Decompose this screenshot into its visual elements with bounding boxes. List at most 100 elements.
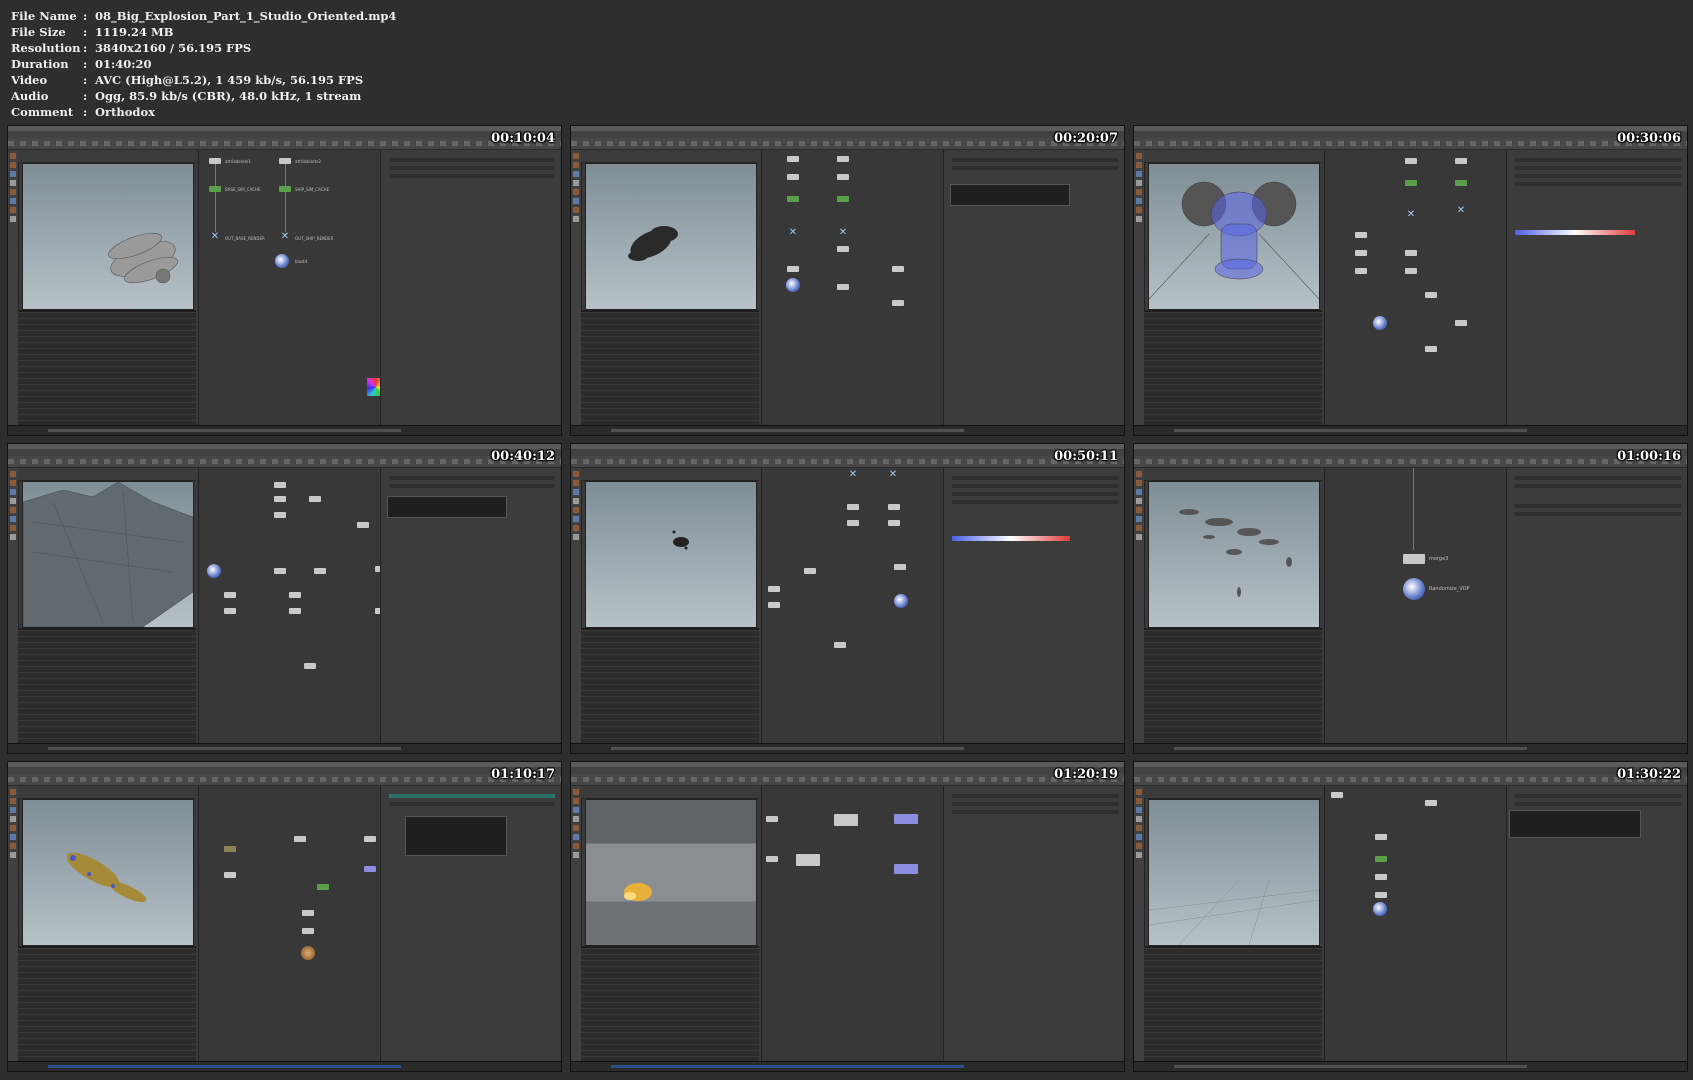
node-randomize-vop[interactable]	[1403, 578, 1425, 600]
node-object-merge[interactable]	[274, 482, 286, 488]
node-attribcreate[interactable]	[224, 872, 236, 878]
node-scatter1[interactable]	[847, 504, 859, 510]
node-base-sim-cache[interactable]	[1405, 180, 1417, 186]
node-base-sim-cache[interactable]	[787, 196, 799, 202]
timeline-bar[interactable]	[571, 743, 1124, 753]
node-attribwrangle7[interactable]	[289, 592, 301, 598]
node-merge3[interactable]	[1403, 554, 1425, 564]
node-color-vop[interactable]	[364, 866, 376, 872]
node-ship-sim-cache[interactable]	[1455, 180, 1467, 186]
node-out-ship-render[interactable]: ✕	[280, 232, 290, 242]
node-groupdelete2[interactable]	[837, 156, 849, 162]
node-attribwrangle3[interactable]	[274, 568, 286, 574]
node-attribwrangle2[interactable]	[892, 300, 904, 306]
thumbnail-1[interactable]: attribdelete1 attribdelete2 BASE_SIM_CAC…	[7, 125, 562, 436]
thumbnail-2[interactable]: ✕ ✕ 00:20:07	[570, 125, 1125, 436]
thumbnail-8[interactable]: 01:20:19	[570, 761, 1125, 1072]
color-ramp[interactable]	[1515, 230, 1635, 235]
node-input[interactable]	[1331, 792, 1343, 798]
node-out-base-render[interactable]: ✕	[848, 470, 858, 480]
timeline-bar[interactable]	[1134, 743, 1687, 753]
timeline-bar[interactable]	[571, 1061, 1124, 1071]
node-blast[interactable]	[207, 564, 221, 578]
thumbnail-7[interactable]: 01:10:17	[7, 761, 562, 1072]
thumbnail-9[interactable]: 01:30:22	[1133, 761, 1688, 1072]
node-multiply[interactable]	[834, 814, 858, 826]
parameter-list[interactable]	[405, 816, 507, 856]
node-attribdelete2[interactable]	[837, 174, 849, 180]
node-attribwrangle1[interactable]	[837, 284, 849, 290]
node-attribwrangle9[interactable]	[289, 608, 301, 614]
node-attribdelete2[interactable]	[1455, 158, 1467, 164]
node-attribrandomize[interactable]	[1425, 292, 1437, 298]
node-ship-sim-cache[interactable]	[837, 196, 849, 202]
node-assemble[interactable]	[294, 836, 306, 842]
node-connectivity[interactable]	[317, 884, 329, 890]
node-attribwrangle4[interactable]	[314, 568, 326, 574]
node-attribwrangle8[interactable]	[224, 608, 236, 614]
node-attribwrangle3[interactable]	[1375, 892, 1387, 898]
vex-code-editor[interactable]	[1509, 810, 1641, 838]
node-blast[interactable]	[786, 278, 800, 292]
node-attribwrangle1[interactable]	[847, 520, 859, 526]
node-output[interactable]	[834, 642, 846, 648]
node-blast[interactable]	[894, 594, 908, 608]
thumbnail-3[interactable]: ✕ ✕ 00:30:06	[1133, 125, 1688, 436]
timeline-bar[interactable]	[8, 743, 561, 753]
node-vop-input2[interactable]	[766, 856, 778, 862]
vex-code-editor[interactable]	[387, 496, 507, 518]
node-groupdelete1[interactable]	[787, 156, 799, 162]
node-merge[interactable]	[804, 568, 816, 574]
thumbnail-6[interactable]: merge3 Randomize_VOP 01:00:16	[1133, 443, 1688, 754]
node-out-ship-render[interactable]: ✕	[888, 470, 898, 480]
node-out-base-render[interactable]: ✕	[1406, 210, 1416, 220]
node-attribwrangle1[interactable]	[1425, 800, 1437, 806]
thumbnail-4[interactable]: 00:40:12	[7, 443, 562, 754]
node-null[interactable]	[1375, 856, 1387, 862]
node-scatter1[interactable]	[274, 496, 286, 502]
node-scatter2[interactable]	[309, 496, 321, 502]
node-attribdelete1[interactable]	[1405, 158, 1417, 164]
node-blast-warning[interactable]	[1373, 902, 1387, 916]
node-attribwrangle3[interactable]	[1455, 320, 1467, 326]
node-attribwrangle2[interactable]	[357, 522, 369, 528]
node-blast4[interactable]	[275, 254, 289, 268]
node-object-merge[interactable]	[1355, 232, 1367, 238]
node-attribwrangle3[interactable]	[894, 564, 906, 570]
node-scatter[interactable]	[787, 266, 799, 272]
node-fracture-cells[interactable]	[224, 846, 236, 852]
node-pack[interactable]	[302, 928, 314, 934]
timeline-bar[interactable]	[8, 425, 561, 435]
node-attribwrangle4[interactable]	[768, 586, 780, 592]
node-attribwrangle5[interactable]	[768, 602, 780, 608]
node-output[interactable]	[304, 663, 316, 669]
node-scatter1[interactable]	[1355, 250, 1367, 256]
timeline-bar[interactable]	[8, 1061, 561, 1071]
node-scatter2[interactable]	[1405, 250, 1417, 256]
node-out-base-render[interactable]: ✕	[788, 228, 798, 238]
node-null1[interactable]	[364, 836, 376, 842]
node-attribwrangle4[interactable]	[1425, 346, 1437, 352]
node-attribwrangle1[interactable]	[274, 512, 286, 518]
node-bind-export1[interactable]	[894, 814, 918, 824]
node-object-merge[interactable]	[892, 266, 904, 272]
node-attribwrangle2[interactable]	[888, 520, 900, 526]
node-blast[interactable]	[1373, 316, 1387, 330]
node-fuse[interactable]	[837, 246, 849, 252]
node-attribwrangle2[interactable]	[1405, 268, 1417, 274]
node-out-base-render[interactable]: ✕	[210, 232, 220, 242]
color-ramp[interactable]	[952, 536, 1070, 541]
node-merge[interactable]	[1375, 834, 1387, 840]
node-attribwrangle2[interactable]	[1375, 874, 1387, 880]
timeline-bar[interactable]	[571, 425, 1124, 435]
node-scatter2[interactable]	[888, 504, 900, 510]
node-out-ship-render[interactable]: ✕	[1456, 206, 1466, 216]
node-merge[interactable]	[302, 910, 314, 916]
timeline-bar[interactable]	[1134, 425, 1687, 435]
node-out-ship-render[interactable]: ✕	[838, 228, 848, 238]
node-output[interactable]	[301, 946, 315, 960]
node-attribwrangle1[interactable]	[1355, 268, 1367, 274]
thumbnail-5[interactable]: ✕ ✕ 00:50:11	[570, 443, 1125, 754]
node-attribwrangle6[interactable]	[224, 592, 236, 598]
node-bind-export2[interactable]	[894, 864, 918, 874]
